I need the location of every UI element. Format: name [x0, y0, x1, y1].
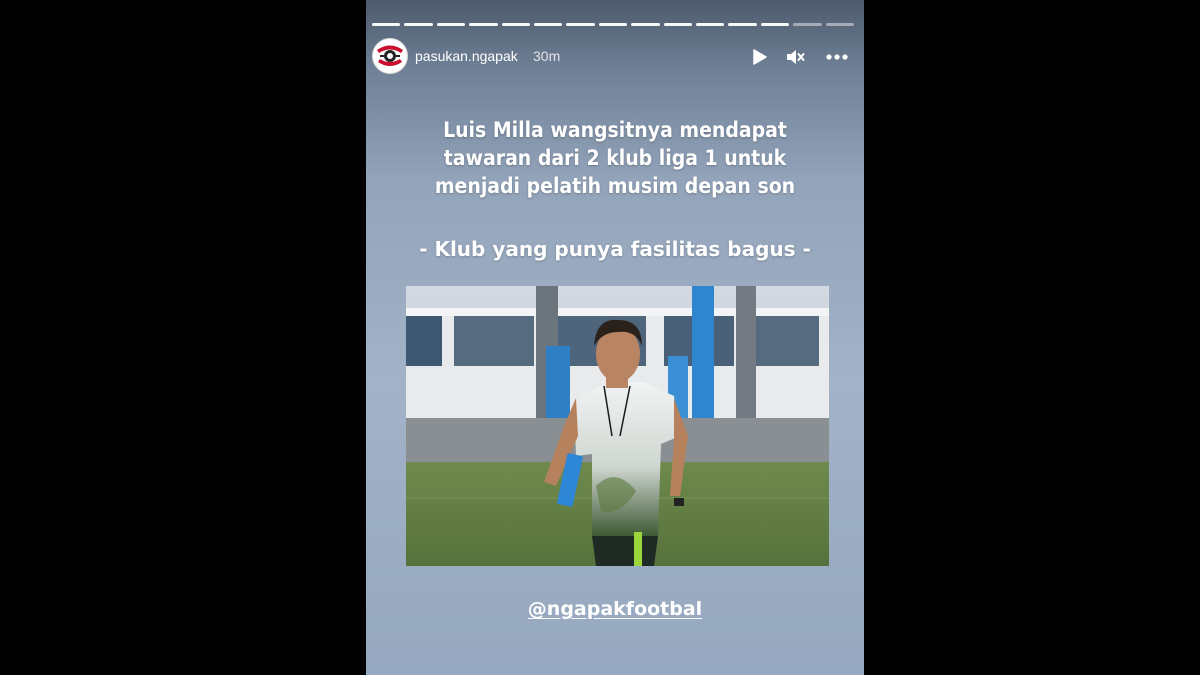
more-options-button[interactable]: [824, 46, 848, 68]
story-headline: Luis Milla wangsitnya mendapat tawaran d…: [396, 116, 834, 200]
progress-segment: [728, 23, 757, 26]
story-viewer[interactable]: pasukan.ngapak 30m Luis Milla wangsitnya…: [366, 0, 864, 675]
progress-segment: [501, 23, 531, 26]
coach-photo: [406, 286, 829, 566]
progress-segment: [663, 23, 693, 26]
progress-segment: [793, 23, 822, 26]
more-horizontal-icon: [826, 54, 848, 60]
story-header: pasukan.ngapak 30m: [372, 38, 854, 74]
headline-line: tawaran dari 2 klub liga 1 untuk: [443, 146, 787, 170]
progress-segment: [760, 23, 790, 26]
progress-segment: [566, 23, 595, 26]
story-photo: [406, 286, 829, 566]
muted-speaker-icon: [787, 50, 805, 64]
mute-button[interactable]: [784, 46, 806, 68]
progress-segment: [696, 23, 725, 26]
progress-segment: [372, 23, 401, 26]
play-icon: [753, 49, 767, 65]
avatar[interactable]: [372, 38, 408, 74]
timestamp: 30m: [533, 48, 561, 64]
play-button[interactable]: [748, 46, 770, 68]
progress-segment: [404, 23, 433, 26]
progress-segment: [436, 23, 466, 26]
headline-line: menjadi pelatih musim depan son: [434, 174, 796, 198]
mention-link[interactable]: @ngapakfootbal: [366, 598, 864, 620]
progress-segment: [631, 23, 660, 26]
username[interactable]: pasukan.ngapak: [415, 48, 518, 64]
story-progress-bar: [372, 23, 855, 26]
progress-segment: [534, 23, 563, 26]
headline-line: Luis Milla wangsitnya mendapat: [443, 118, 787, 142]
story-subheadline: - Klub yang punya fasilitas bagus -: [419, 237, 811, 261]
progress-segment: [598, 23, 628, 26]
club-logo-icon: [374, 40, 406, 72]
progress-segment: [825, 23, 855, 26]
progress-segment: [469, 23, 498, 26]
